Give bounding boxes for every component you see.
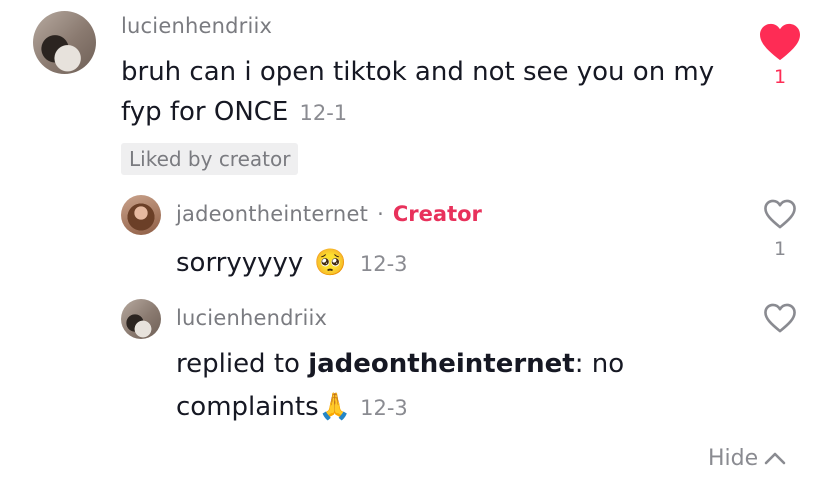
- avatar[interactable]: [121, 299, 161, 339]
- reply-username[interactable]: jadeontheinternet: [176, 202, 368, 226]
- reply-header: jadeontheinternet · Creator: [176, 202, 482, 226]
- reply-date: 12-3: [359, 252, 408, 276]
- pleading-face-icon: 🥺: [314, 248, 347, 278]
- liked-by-creator-badge: Liked by creator: [121, 143, 299, 175]
- replied-to-prefix: replied to: [176, 349, 300, 379]
- like-count: 1: [773, 238, 787, 260]
- comment-text-line2: fyp for ONCE: [121, 97, 289, 127]
- like-count: 1: [773, 66, 787, 88]
- reply-text-line1: replied to jadeontheinternet: no: [176, 344, 624, 384]
- reply-date: 12-3: [360, 396, 408, 420]
- reply-text: sorryyyyy: [176, 248, 304, 278]
- hide-label: Hide: [708, 446, 759, 471]
- reply-suffix: : no: [574, 349, 625, 379]
- heart-filled-icon[interactable]: [758, 22, 802, 62]
- comment-text-line1: bruh can i open tiktok and not see you o…: [121, 57, 715, 87]
- avatar[interactable]: [33, 11, 96, 74]
- like-button[interactable]: [762, 302, 802, 336]
- reply-text-row: complaints🙏 12-3: [176, 387, 408, 427]
- like-button[interactable]: 1: [758, 22, 802, 92]
- hide-replies-button[interactable]: Hide: [708, 446, 788, 471]
- chevron-up-icon: [764, 452, 786, 464]
- like-button[interactable]: 1: [762, 198, 802, 266]
- creator-label: Creator: [392, 202, 482, 226]
- mention-link[interactable]: jadeontheinternet: [308, 349, 575, 379]
- heart-outline-icon[interactable]: [762, 198, 798, 230]
- separator-dot: ·: [377, 202, 384, 226]
- reply-username[interactable]: lucienhendriix: [176, 306, 327, 330]
- folded-hands-icon: 🙏: [318, 392, 352, 422]
- reply-text-row: sorryyyyy 🥺 12-3: [176, 243, 408, 283]
- comment-username[interactable]: lucienhendriix: [121, 14, 272, 38]
- comment-line2: fyp for ONCE 12-1: [121, 92, 347, 132]
- heart-outline-icon[interactable]: [762, 302, 798, 334]
- reply-text-line2: complaints: [176, 392, 319, 422]
- avatar[interactable]: [121, 195, 161, 235]
- comment-date: 12-1: [299, 101, 348, 125]
